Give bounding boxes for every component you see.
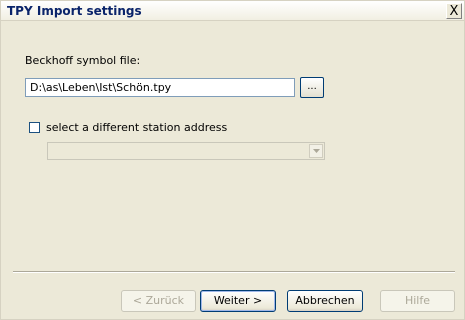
- cancel-button[interactable]: Abbrechen: [287, 290, 363, 312]
- back-button[interactable]: < Zurück: [121, 290, 196, 312]
- station-address-label[interactable]: select a different station address: [46, 121, 227, 134]
- chevron-down-icon: [309, 144, 323, 158]
- symbol-file-label: Beckhoff symbol file:: [25, 54, 141, 67]
- help-button[interactable]: Hilfe: [380, 290, 455, 312]
- title-bar: TPY Import settings X: [1, 1, 464, 21]
- button-separator: [13, 271, 455, 273]
- symbol-file-input[interactable]: [25, 78, 295, 97]
- browse-button[interactable]: ...: [300, 77, 324, 98]
- station-address-select: [47, 142, 325, 160]
- station-address-checkbox[interactable]: [29, 122, 40, 133]
- next-button[interactable]: Weiter >: [200, 290, 276, 312]
- window-title: TPY Import settings: [7, 4, 142, 18]
- close-button[interactable]: X: [446, 3, 462, 19]
- tpy-import-dialog: TPY Import settings X Beckhoff symbol fi…: [0, 0, 465, 320]
